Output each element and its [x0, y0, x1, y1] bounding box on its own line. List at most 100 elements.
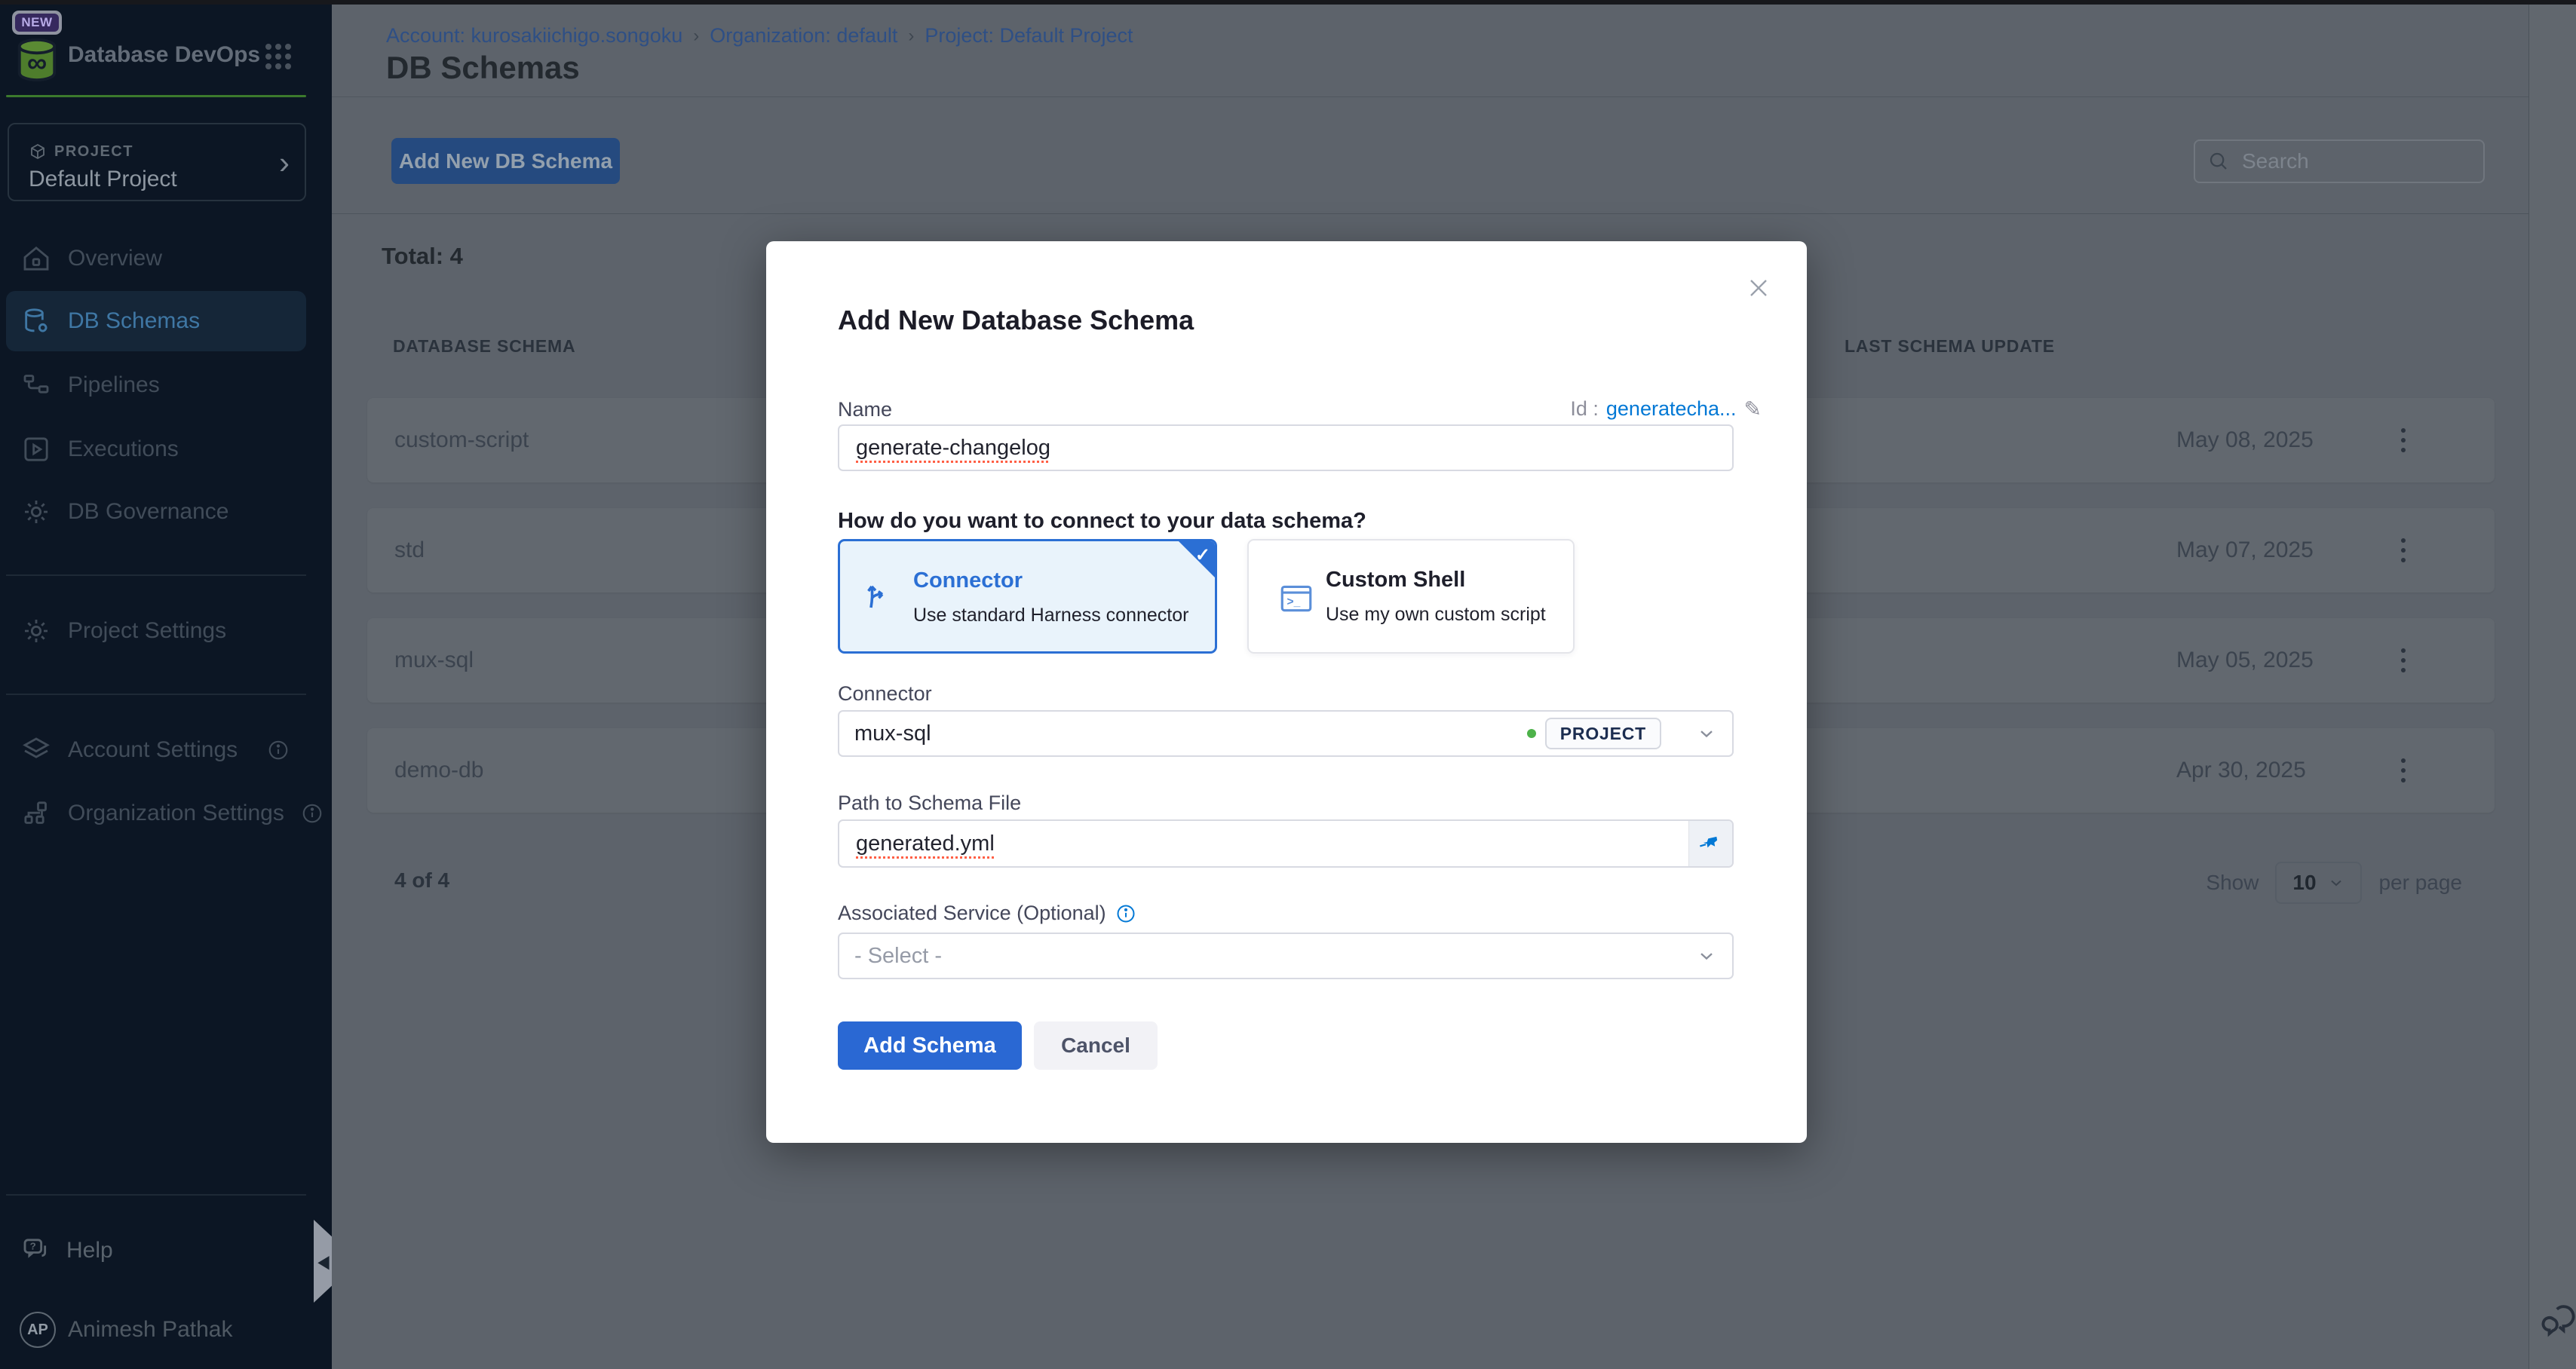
sidebar-item-label: Project Settings [68, 618, 226, 644]
header-divider [332, 96, 2528, 97]
row-menu-kebab-icon[interactable] [2388, 508, 2418, 593]
column-header-database-schema: DATABASE SCHEMA [393, 336, 575, 357]
cancel-button[interactable]: Cancel [1034, 1021, 1158, 1070]
option-title: Custom Shell [1326, 568, 1465, 593]
scope-status-dot [1527, 729, 1536, 738]
gear-icon [21, 497, 51, 527]
pagination-range: 4 of 4 [394, 868, 449, 893]
connector-select-value: mux-sql [854, 721, 931, 746]
user-profile[interactable]: AP Animesh Pathak [20, 1312, 232, 1348]
window-top-edge [0, 0, 2576, 5]
sidebar-divider [6, 1194, 306, 1196]
add-new-db-schema-button[interactable]: Add New DB Schema [391, 138, 620, 184]
sidebar: NEW ∞ Database DevOps PROJECT [0, 0, 332, 1369]
sidebar-item-label: Pipelines [68, 372, 160, 398]
new-badge-label: NEW [15, 14, 58, 32]
schema-last-update: May 05, 2025 [2176, 618, 2314, 703]
info-icon[interactable] [1115, 903, 1136, 924]
svg-text:>_: >_ [1287, 596, 1301, 608]
avatar: AP [20, 1312, 56, 1348]
pipelines-icon [21, 370, 51, 400]
add-schema-button[interactable]: Add Schema [838, 1021, 1022, 1070]
connect-question: How do you want to connect to your data … [838, 509, 1366, 534]
sidebar-green-divider [6, 95, 306, 97]
entity-id-row: Id : generatecha... ✎ [1570, 397, 1762, 421]
schema-name: mux-sql [394, 618, 474, 703]
project-selector-value: Default Project [29, 167, 177, 192]
pagination-controls: Show 10 per page [2206, 862, 2462, 904]
sidebar-item-help[interactable]: ? Help [6, 1229, 306, 1273]
search-input[interactable] [2240, 149, 2471, 174]
id-prefix: Id : [1570, 397, 1599, 421]
page-size-select[interactable]: 10 [2275, 862, 2362, 904]
sidebar-item-label: DB Schemas [68, 308, 200, 334]
schema-name: std [394, 508, 425, 593]
breadcrumb-organization[interactable]: Organization: default [710, 24, 897, 47]
id-value-link[interactable]: generatecha... [1606, 397, 1737, 421]
sidebar-item-executions[interactable]: Executions [6, 427, 306, 471]
chevron-down-icon [1696, 723, 1717, 744]
sidebar-item-label: Overview [68, 246, 162, 271]
column-header-last-schema-update: LAST SCHEMA UPDATE [1845, 336, 2055, 357]
total-count: Total: 4 [382, 243, 463, 270]
option-card-connector[interactable]: ✓ Connector Use standard Harness connect… [838, 539, 1217, 654]
breadcrumb-account[interactable]: Account: kurosakiichigo.songoku [386, 24, 682, 47]
edit-pencil-icon[interactable]: ✎ [1744, 397, 1762, 421]
svg-text:?: ? [30, 1240, 36, 1251]
help-chat-icon: ? [21, 1236, 51, 1266]
info-icon[interactable] [301, 802, 324, 825]
sidebar-collapse-handle[interactable]: ◀ [314, 1220, 333, 1303]
sidebar-item-overview[interactable]: Overview [6, 237, 306, 280]
sidebar-item-organization-settings[interactable]: Organization Settings [6, 792, 306, 835]
row-menu-kebab-icon[interactable] [2388, 618, 2418, 703]
sidebar-item-pipelines[interactable]: Pipelines [6, 363, 306, 407]
pin-button[interactable] [1688, 821, 1732, 866]
breadcrumb-separator: › [682, 26, 710, 47]
sidebar-item-label: Executions [68, 436, 179, 462]
right-rail [2528, 0, 2576, 1369]
chevron-down-icon [2327, 874, 2345, 892]
sidebar-divider [6, 694, 306, 695]
option-title: Connector [913, 568, 1023, 593]
schema-last-update: Apr 30, 2025 [2176, 728, 2306, 813]
database-devops-logo-icon: ∞ [14, 36, 60, 83]
add-schema-dialog: Add New Database Schema Name Id : genera… [766, 241, 1807, 1143]
service-select-placeholder: - Select - [854, 944, 942, 969]
svg-text:∞: ∞ [27, 47, 47, 78]
breadcrumb-project[interactable]: Project: Default Project [925, 24, 1133, 47]
row-menu-kebab-icon[interactable] [2388, 398, 2418, 482]
name-input-value: generate-changelog [856, 436, 1050, 461]
show-label: Show [2206, 871, 2259, 895]
scope-badge: PROJECT [1545, 718, 1661, 749]
info-icon[interactable] [267, 739, 290, 761]
sidebar-item-db-governance[interactable]: DB Governance [6, 490, 306, 534]
sidebar-item-project-settings[interactable]: Project Settings [6, 609, 306, 653]
sidebar-divider [6, 574, 306, 576]
schema-name: demo-db [394, 728, 483, 813]
service-label: Associated Service (Optional) [838, 902, 1106, 925]
sidebar-item-db-schemas[interactable]: DB Schemas [6, 291, 306, 351]
path-input[interactable]: generated.yml [838, 819, 1734, 868]
schema-name: custom-script [394, 398, 529, 482]
service-label-row: Associated Service (Optional) [838, 902, 1136, 925]
connector-select[interactable]: mux-sql PROJECT [838, 710, 1734, 757]
check-icon: ✓ [1195, 544, 1210, 566]
service-select[interactable]: - Select - [838, 933, 1734, 979]
option-card-custom-shell[interactable]: >_ Custom Shell Use my own custom script [1247, 539, 1575, 654]
search-icon [2207, 150, 2230, 173]
row-menu-kebab-icon[interactable] [2388, 728, 2418, 813]
name-label: Name [838, 398, 892, 421]
chevron-down-icon [1696, 945, 1717, 966]
chat-bubbles-icon[interactable] [2540, 1303, 2576, 1342]
path-label: Path to Schema File [838, 792, 1021, 815]
executions-play-icon [21, 434, 51, 464]
app-switcher-grid-icon[interactable] [265, 44, 293, 71]
close-icon[interactable] [1743, 273, 1774, 303]
path-input-value: generated.yml [856, 832, 995, 856]
name-input[interactable]: generate-changelog [838, 424, 1734, 471]
breadcrumb-separator: › [897, 26, 925, 47]
sidebar-item-account-settings[interactable]: Account Settings [6, 728, 306, 772]
project-selector[interactable]: PROJECT Default Project › [8, 123, 306, 201]
project-selector-label: PROJECT [54, 143, 133, 161]
org-chart-icon [21, 798, 51, 828]
